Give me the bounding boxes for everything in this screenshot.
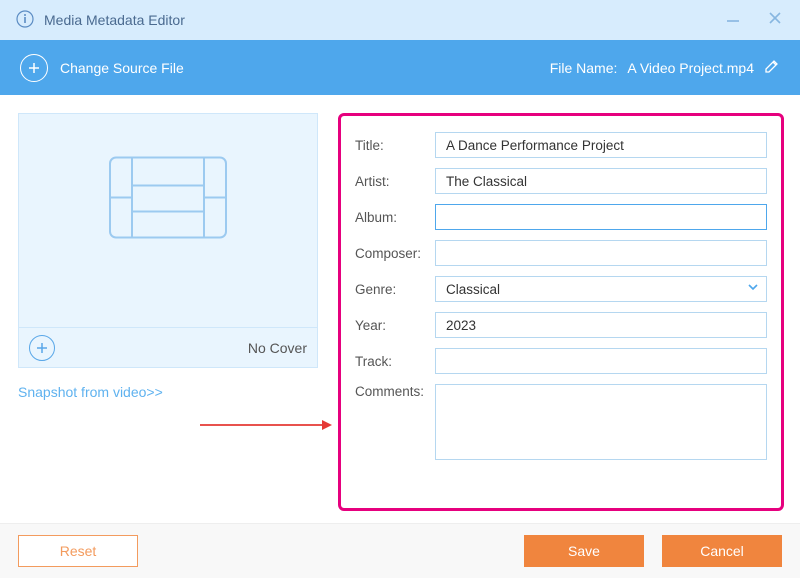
input-title[interactable] [435,132,767,158]
row-composer: Composer: [355,240,767,266]
input-track[interactable] [435,348,767,374]
change-source-icon[interactable] [20,54,48,82]
titlebar-controls [724,9,784,32]
titlebar-left: Media Metadata Editor [16,10,185,31]
no-cover-label: No Cover [248,340,307,356]
row-title: Title: [355,132,767,158]
input-album[interactable] [435,204,767,230]
cover-column: No Cover Snapshot from video>> [18,113,318,511]
input-comments[interactable] [435,384,767,460]
close-icon[interactable] [766,9,784,32]
file-name-label: File Name: [550,60,618,76]
row-artist: Artist: [355,168,767,194]
app-title: Media Metadata Editor [44,12,185,28]
label-album: Album: [355,210,435,225]
change-source-link[interactable]: Change Source File [60,60,184,76]
row-genre: Genre: [355,276,767,302]
cover-box: No Cover [18,113,318,368]
row-comments: Comments: [355,384,767,460]
main: No Cover Snapshot from video>> Title: Ar… [0,95,800,523]
row-year: Year: [355,312,767,338]
label-year: Year: [355,318,435,333]
row-track: Track: [355,348,767,374]
metadata-form: Title: Artist: Album: Composer: Genre: Y [338,113,784,511]
label-composer: Composer: [355,246,435,261]
label-title: Title: [355,138,435,153]
toolbar-left: Change Source File [20,54,184,82]
cancel-button[interactable]: Cancel [662,535,782,567]
cover-bottom-bar: No Cover [19,327,317,367]
edit-file-name-icon[interactable] [764,58,780,77]
info-icon [16,10,34,31]
input-composer[interactable] [435,240,767,266]
input-artist[interactable] [435,168,767,194]
footer: Reset Save Cancel [0,523,800,578]
toolbar: Change Source File File Name: A Video Pr… [0,40,800,95]
add-cover-icon[interactable] [29,335,55,361]
select-genre[interactable] [435,276,767,302]
reset-button[interactable]: Reset [18,535,138,567]
row-album: Album: [355,204,767,230]
video-placeholder-icon [108,156,228,245]
snapshot-link[interactable]: Snapshot from video>> [18,384,318,400]
input-year[interactable] [435,312,767,338]
toolbar-right: File Name: A Video Project.mp4 [550,58,780,77]
save-button[interactable]: Save [524,535,644,567]
label-comments: Comments: [355,384,435,399]
label-genre: Genre: [355,282,435,297]
label-artist: Artist: [355,174,435,189]
footer-right: Save Cancel [524,535,782,567]
label-track: Track: [355,354,435,369]
file-name-value: A Video Project.mp4 [627,60,754,76]
titlebar: Media Metadata Editor [0,0,800,40]
minimize-icon[interactable] [724,9,742,32]
